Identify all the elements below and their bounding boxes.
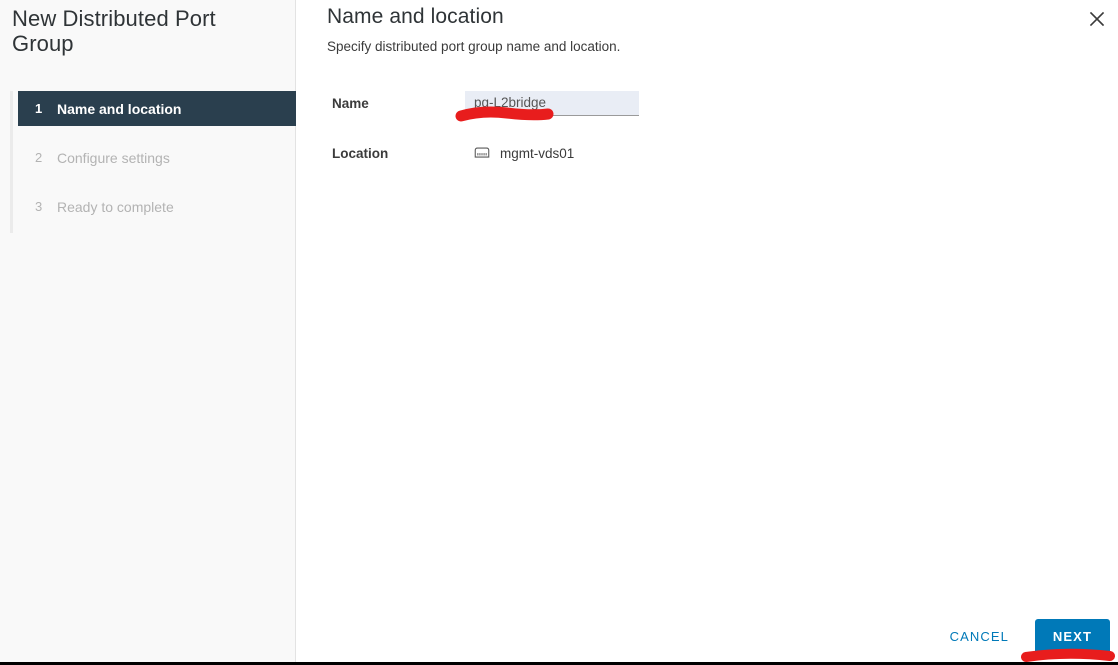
steps-rail	[10, 91, 13, 233]
step-number: 3	[35, 199, 43, 214]
page-subtitle: Specify distributed port group name and …	[327, 39, 621, 54]
sidebar-step-name-and-location[interactable]: 1 Name and location	[18, 91, 303, 126]
name-input[interactable]	[465, 90, 639, 116]
name-label: Name	[332, 95, 369, 111]
wizard-title: New Distributed Port Group	[12, 6, 216, 56]
step-label: Configure settings	[57, 149, 170, 166]
wizard-content: Name and location Specify distributed po…	[296, 0, 1118, 662]
step-number: 2	[35, 150, 43, 165]
name-row: Name	[332, 90, 1118, 116]
sidebar-step-configure-settings[interactable]: 2 Configure settings	[21, 140, 295, 175]
new-distributed-port-group-wizard: New Distributed Port Group 1 Name and lo…	[0, 0, 1118, 665]
step-number: 1	[35, 101, 43, 116]
location-label: Location	[332, 145, 389, 161]
location-row: Location mgmt-vds01	[332, 140, 1118, 166]
location-value: mgmt-vds01	[473, 145, 574, 161]
close-icon-glyph	[1089, 11, 1105, 27]
name-field-wrapper	[465, 90, 639, 116]
step-label: Name and location	[57, 100, 182, 117]
location-name: mgmt-vds01	[500, 145, 575, 161]
step-label: Ready to complete	[57, 198, 174, 215]
next-button[interactable]: NEXT	[1034, 619, 1110, 654]
cancel-button[interactable]: CANCEL	[936, 620, 1023, 653]
wizard-sidebar: New Distributed Port Group 1 Name and lo…	[0, 0, 303, 662]
close-icon[interactable]	[1084, 6, 1110, 32]
distributed-switch-icon	[474, 147, 490, 158]
sidebar-step-ready-to-complete[interactable]: 3 Ready to complete	[21, 189, 295, 224]
wizard-steps: 1 Name and location 2 Configure settings…	[0, 91, 303, 233]
page-title: Name and location	[327, 5, 504, 28]
wizard-footer: CANCEL NEXT	[936, 619, 1110, 654]
name-and-location-form: Name Location mgmt-vds01	[296, 54, 1118, 166]
